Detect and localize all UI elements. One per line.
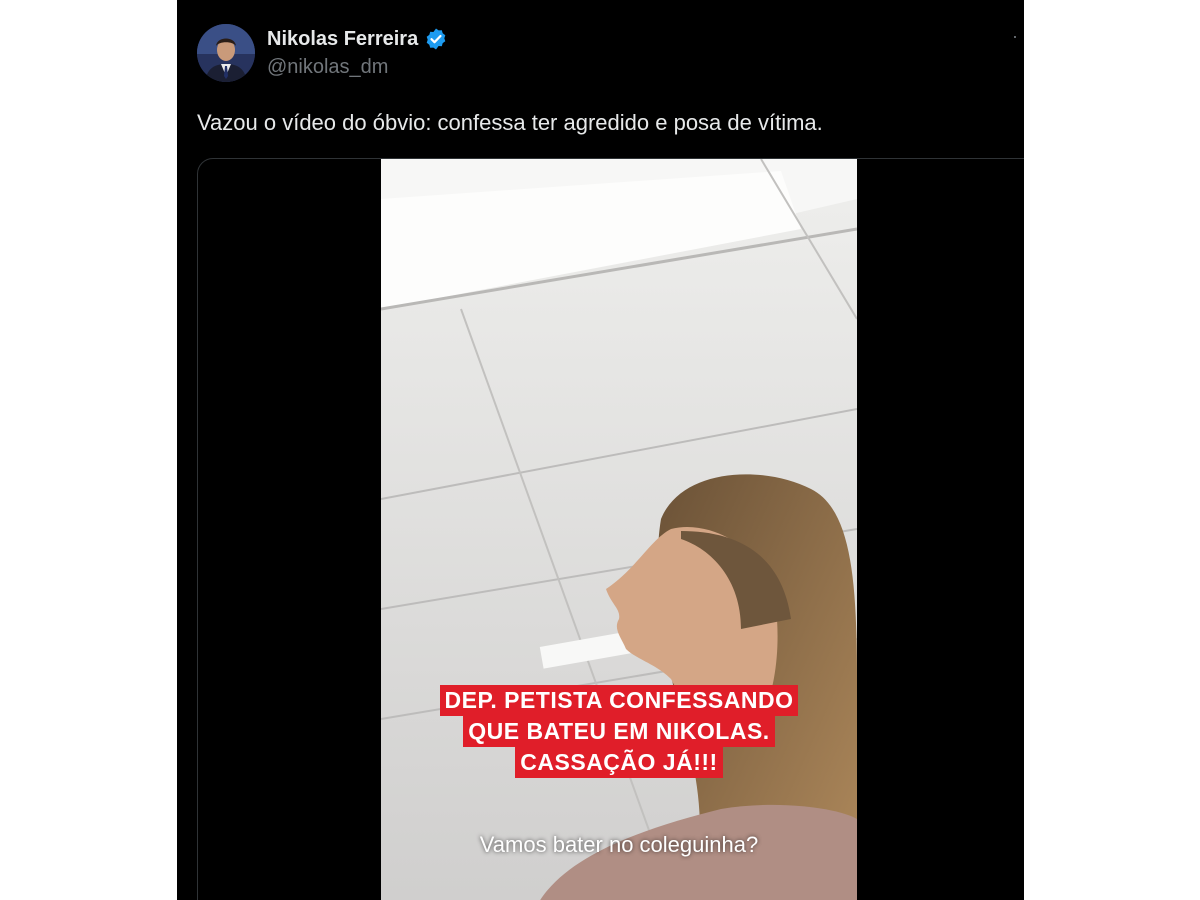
video-caption: DEP. PETISTA CONFESSANDO QUE BATEU EM NI… xyxy=(381,685,857,778)
more-options-icon[interactable]: · xyxy=(1012,26,1024,46)
video-still-image xyxy=(381,159,857,900)
avatar[interactable] xyxy=(197,24,255,82)
author-handle[interactable]: @nikolas_dm xyxy=(267,56,388,79)
tweet-text: Vazou o vídeo do óbvio: confessa ter agr… xyxy=(197,110,823,135)
video-frame[interactable]: DEP. PETISTA CONFESSANDO QUE BATEU EM NI… xyxy=(381,159,857,900)
tweet-card: Nikolas Ferreira @nikolas_dm · Vazou o v… xyxy=(177,0,1024,900)
caption-line: CASSAÇÃO JÁ!!! xyxy=(515,747,723,778)
caption-line: QUE BATEU EM NIKOLAS. xyxy=(463,716,775,747)
caption-line: DEP. PETISTA CONFESSANDO xyxy=(439,685,799,716)
verified-badge-icon xyxy=(424,27,448,51)
avatar-image xyxy=(197,24,255,82)
video-player[interactable]: DEP. PETISTA CONFESSANDO QUE BATEU EM NI… xyxy=(197,158,1024,900)
author-name[interactable]: Nikolas Ferreira xyxy=(267,28,418,51)
video-subtitle: Vamos bater no coleguinha? xyxy=(479,832,759,857)
